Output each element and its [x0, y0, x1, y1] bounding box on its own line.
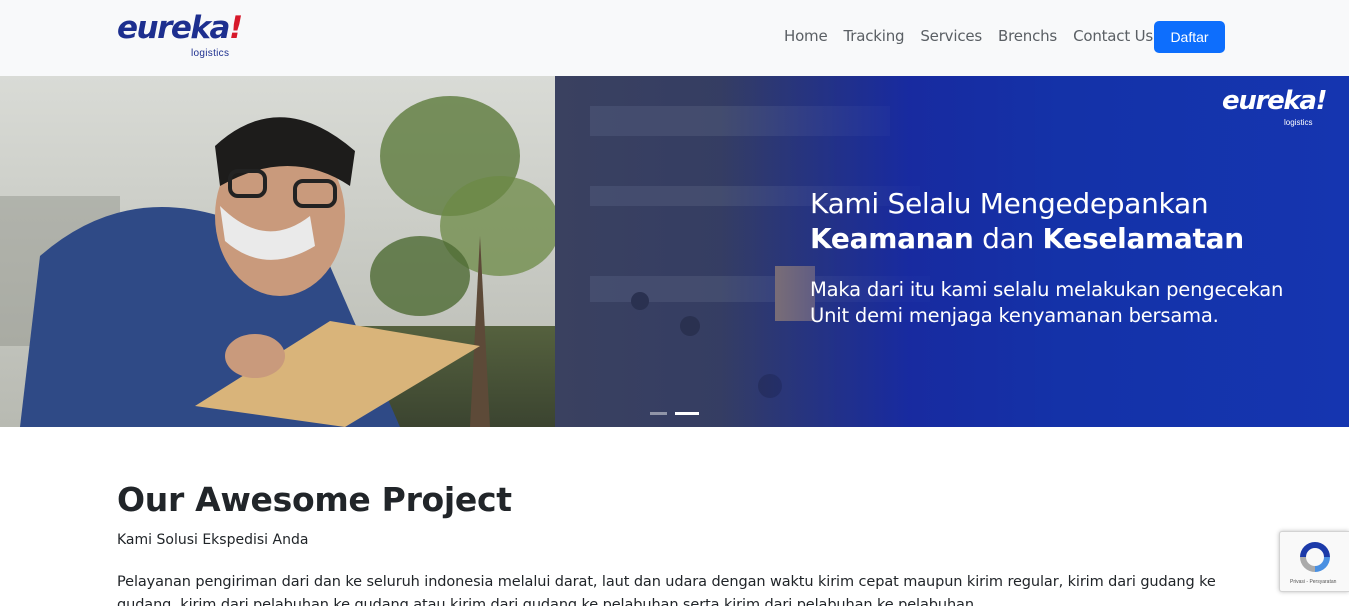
section-subtitle: Kami Solusi Ekspedisi Anda	[117, 532, 309, 548]
hero-logo-wordmark: eureka!	[1222, 86, 1327, 116]
carousel-indicator-2[interactable]	[675, 412, 699, 415]
hero-text-line2: Unit demi menjaga kenyamanan bersama.	[810, 304, 1219, 327]
recaptcha-icon	[1300, 542, 1330, 572]
recaptcha-footer[interactable]: Privasi - Persyaratan	[1290, 579, 1336, 585]
hero-text: Maka dari itu kami selalu melakukan peng…	[810, 277, 1330, 329]
brand-tagline: logistics	[191, 48, 230, 59]
brand-logo[interactable]: eureka! logistics	[117, 10, 247, 62]
section-title: Our Awesome Project	[117, 480, 512, 519]
section-body: Pelayanan pengiriman dari dan ke seluruh…	[117, 574, 1216, 606]
hero-logo: eureka! logistics	[1222, 86, 1332, 131]
hero-headline-line2: Keamanan dan Keselamatan	[810, 221, 1330, 256]
hero-logo-tagline: logistics	[1284, 118, 1313, 127]
register-button[interactable]: Daftar	[1154, 21, 1225, 53]
nav-link-contact[interactable]: Contact Us	[1065, 27, 1161, 45]
carousel-indicator-1[interactable]	[650, 412, 667, 415]
nav-link-tracking[interactable]: Tracking	[836, 27, 913, 45]
hero-headline-bold2: Keselamatan	[1042, 222, 1245, 255]
nav-link-branches[interactable]: Brenchs	[990, 27, 1065, 45]
nav-link-home[interactable]: Home	[776, 27, 836, 45]
recaptcha-badge[interactable]: Privasi - Persyaratan	[1279, 531, 1349, 592]
carousel-indicators	[650, 412, 699, 415]
navbar: eureka! logistics Home Tracking Services…	[0, 0, 1349, 76]
nav-link-services[interactable]: Services	[912, 27, 990, 45]
hero-text-line1: Maka dari itu kami selalu melakukan peng…	[810, 278, 1284, 301]
hero-headline-bold1: Keamanan	[810, 222, 974, 255]
hero-headline: Kami Selalu Mengedepankan Keamanan dan K…	[810, 186, 1330, 256]
brand-wordmark: eureka!	[117, 10, 243, 46]
hero-carousel[interactable]: eureka! logistics Kami Selalu Mengedepan…	[0, 76, 1349, 427]
nav-menu: Home Tracking Services Brenchs Contact U…	[776, 27, 1161, 45]
hero-headline-line1: Kami Selalu Mengedepankan	[810, 187, 1209, 220]
hero-headline-mid: dan	[973, 222, 1043, 255]
